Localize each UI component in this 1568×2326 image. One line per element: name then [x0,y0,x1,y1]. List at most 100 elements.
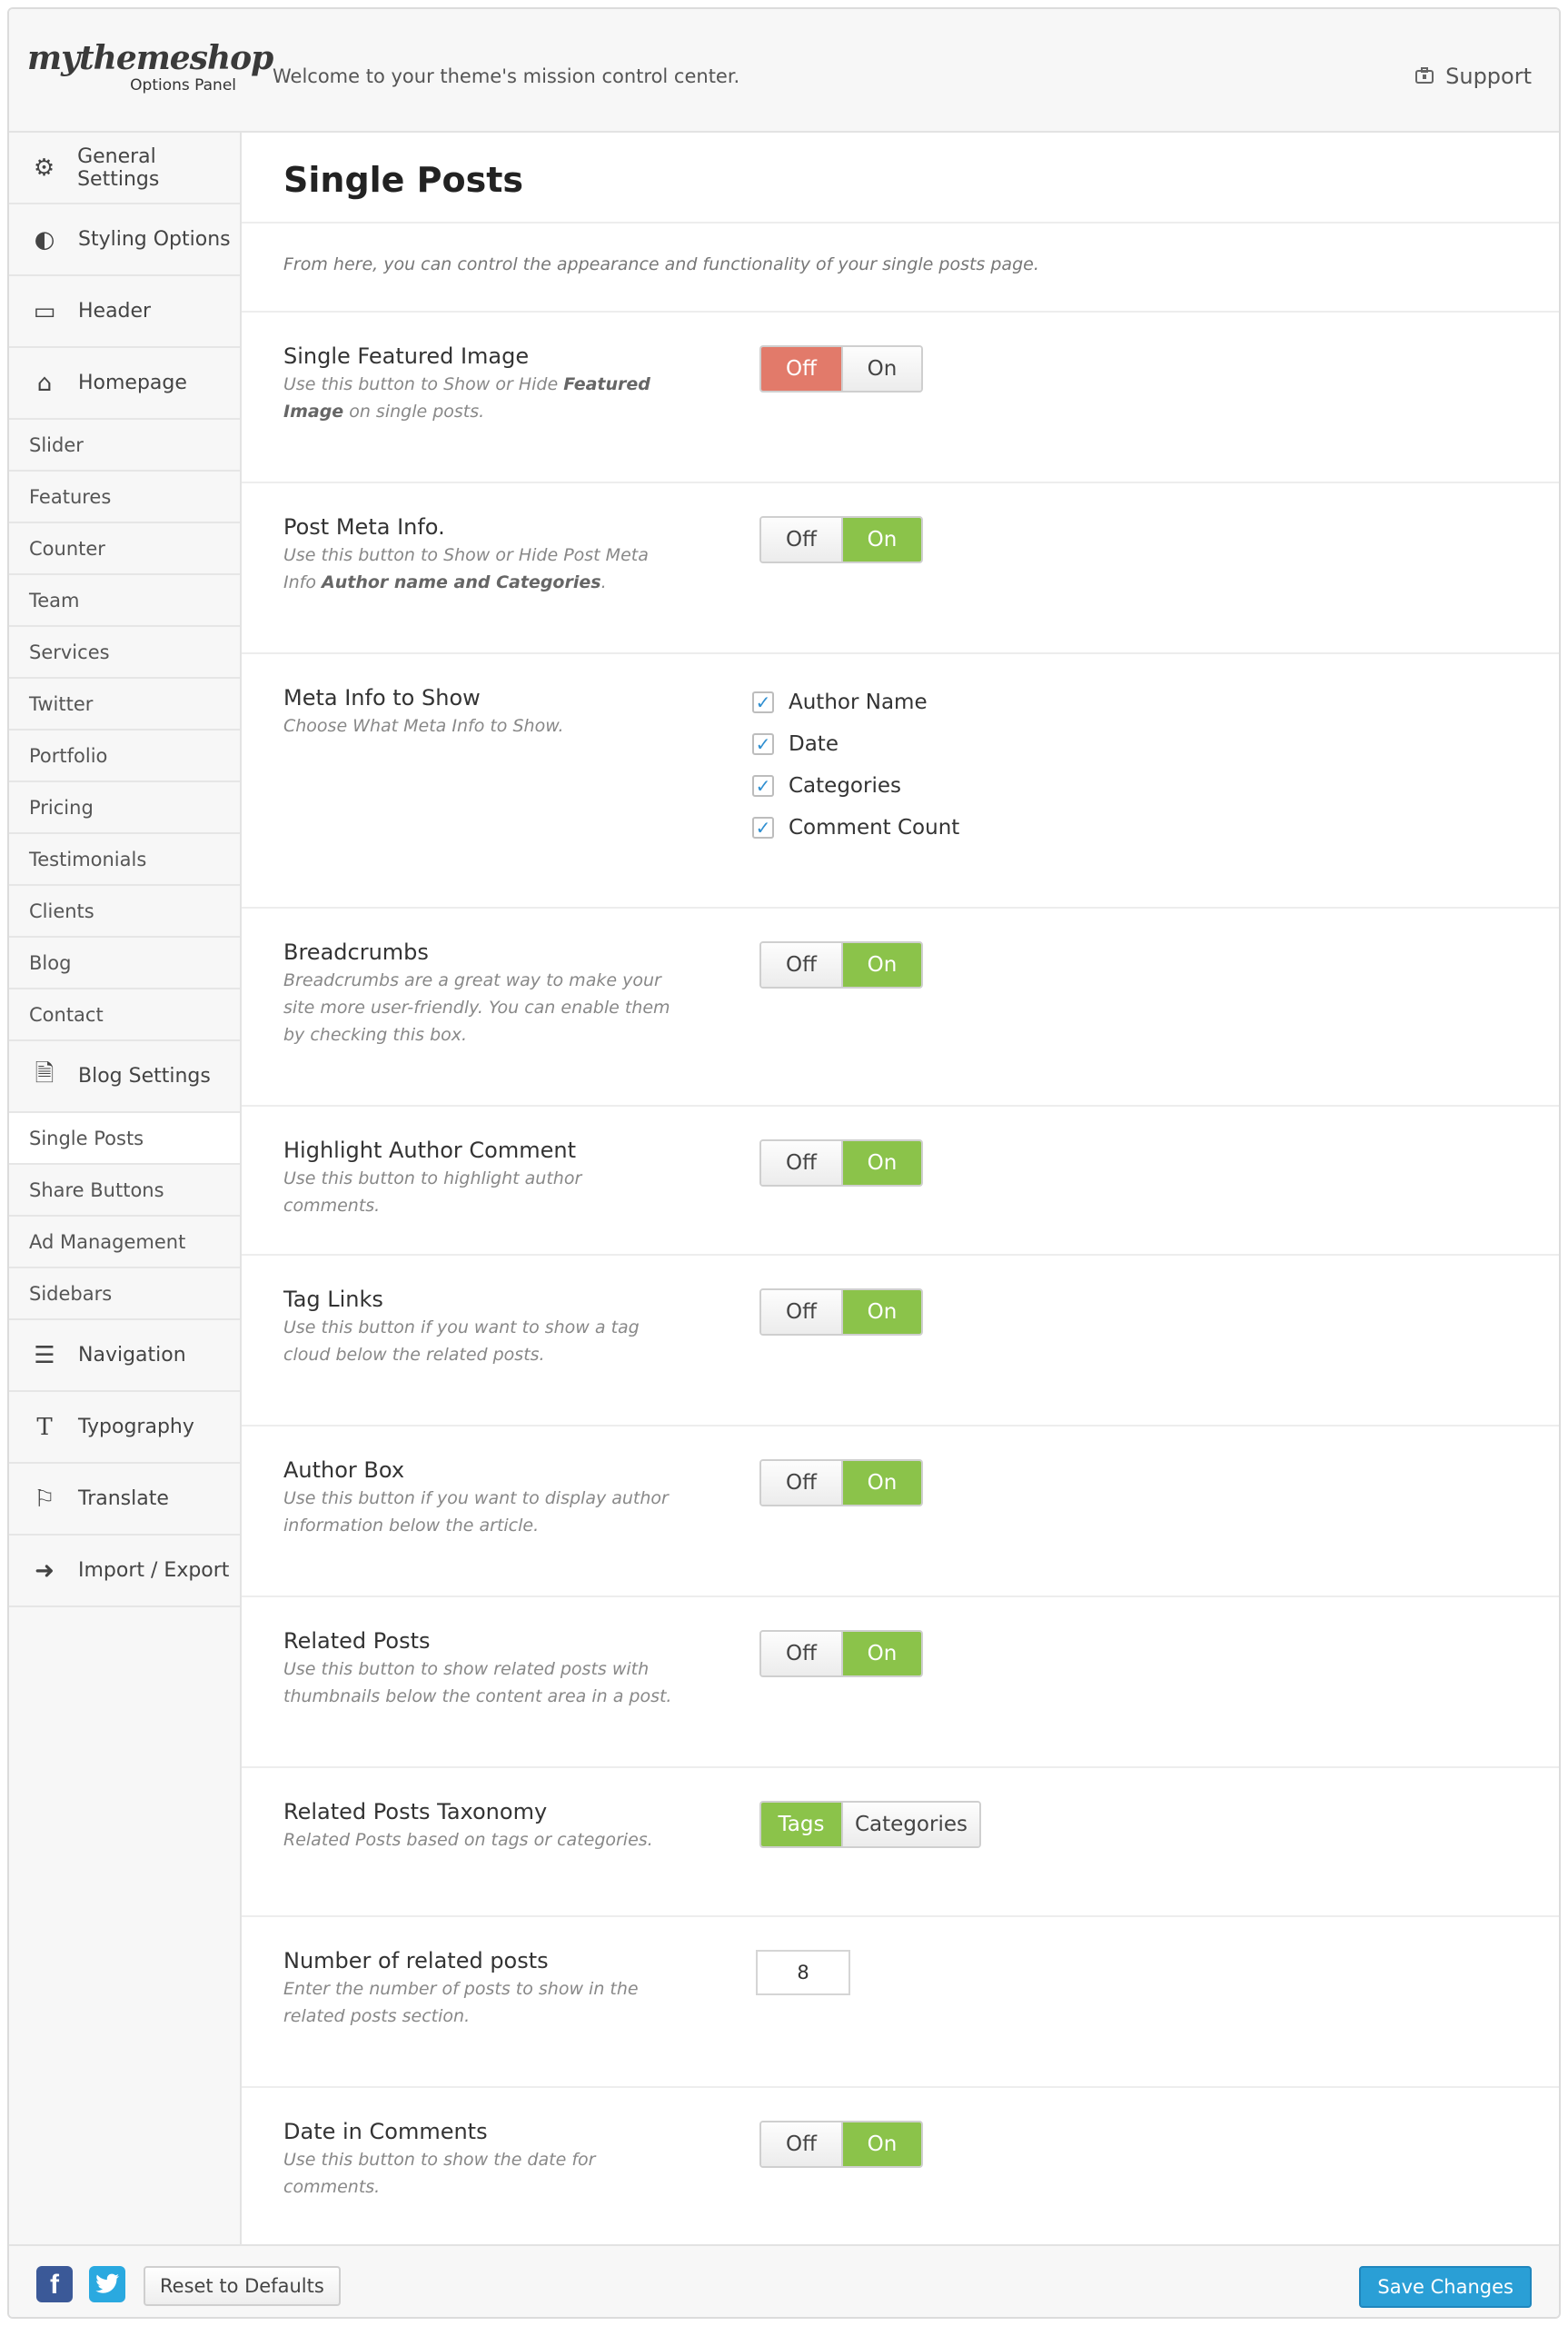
sidebar-subitem-testimonials[interactable]: Testimonials [9,834,240,886]
sidebar-item-header[interactable]: ▭ Header [9,276,240,348]
sidebar-subitem-portfolio[interactable]: Portfolio [9,731,240,782]
toggle-off[interactable]: Off [761,2122,841,2166]
top-bar: mythemeshop Options Panel Welcome to you… [9,9,1559,133]
highlight-author-toggle[interactable]: Off On [759,1139,923,1187]
toggle-on[interactable]: On [841,1632,921,1675]
toggle-on[interactable]: On [841,1141,921,1185]
toggle-on[interactable]: On [841,518,921,562]
sidebar-subitem-share-buttons[interactable]: Share Buttons [9,1165,240,1217]
sidebar-item-blog-settings[interactable]: 🗎 Blog Settings [9,1041,240,1113]
sidebar-item-import-export[interactable]: ➜ Import / Export [9,1536,240,1607]
setting-title: Post Meta Info. [283,514,445,540]
import-icon: ➜ [35,1556,55,1585]
setting-description: Use this button if you want to show a ta… [283,1317,640,1365]
setting-title: Tag Links [283,1287,383,1312]
meta-info-checkboxes: ✓ Author Name ✓ Date ✓ Categories ✓ Comment … [752,681,959,849]
setting-title: Related Posts Taxonomy [283,1799,548,1824]
sidebar-item-label: Services [29,641,110,663]
reset-defaults-button[interactable]: Reset to Defaults [144,2266,341,2306]
toggle-on[interactable]: On [841,2122,921,2166]
sidebar-item-general-settings[interactable]: ⚙ General Settings [9,133,240,204]
sidebar-item-label: Header [78,300,152,323]
checkbox-date[interactable]: ✓ Date [752,723,959,765]
page-title: Single Posts [283,160,524,200]
setting-title: Author Box [283,1457,405,1483]
sidebar-subitem-sidebars[interactable]: Sidebars [9,1268,240,1320]
sidebar-subitem-services[interactable]: Services [9,627,240,679]
sidebar-item-navigation[interactable]: ☰ Navigation [9,1320,240,1392]
toggle-off[interactable]: Off [761,347,841,391]
sidebar-item-typography[interactable]: T Typography [9,1392,240,1464]
related-posts-count-input[interactable] [756,1950,850,1995]
tag-links-toggle[interactable]: Off On [759,1288,923,1336]
checkbox-comment-count[interactable]: ✓ Comment Count [752,807,959,849]
sidebar-subitem-counter[interactable]: Counter [9,523,240,575]
checkbox-categories[interactable]: ✓ Categories [752,765,959,807]
setting-title: Breadcrumbs [283,939,429,965]
sidebar-subitem-blog[interactable]: Blog [9,938,240,989]
options-panel: mythemeshop Options Panel Welcome to you… [7,7,1561,2319]
checkbox-author-name[interactable]: ✓ Author Name [752,681,959,723]
taxonomy-segmented-control[interactable]: Tags Categories [759,1801,981,1848]
toggle-off[interactable]: Off [761,1461,841,1505]
toggle-on[interactable]: On [841,347,921,391]
toggle-on[interactable]: On [841,1461,921,1505]
sidebar-subitem-ad-management[interactable]: Ad Management [9,1217,240,1268]
sidebar-item-label: Navigation [78,1344,186,1367]
checkbox-label: Author Name [789,691,928,714]
toggle-off[interactable]: Off [761,1632,841,1675]
sidebar-item-label: Ad Management [29,1230,186,1253]
sidebar-item-translate[interactable]: ⚐ Translate [9,1464,240,1536]
toggle-off[interactable]: Off [761,1290,841,1334]
setting-description: Use this button to Show or Hide Featured… [283,374,650,422]
twitter-icon[interactable] [89,2266,125,2302]
taxonomy-tags[interactable]: Tags [761,1803,841,1846]
toggle-off[interactable]: Off [761,1141,841,1185]
sidebar-item-label: Clients [29,900,94,922]
sidebar-subitem-slider[interactable]: Slider [9,420,240,472]
sidebar-subitem-twitter[interactable]: Twitter [9,679,240,731]
setting-title: Highlight Author Comment [283,1138,576,1163]
sidebar-item-label: Features [29,485,112,508]
toggle-off[interactable]: Off [761,518,841,562]
sidebar-item-label: Portfolio [29,744,108,767]
setting-description: Use this button to show the date for com… [283,2150,596,2197]
post-meta-toggle[interactable]: Off On [759,516,923,563]
setting-highlight-author-comment: Highlight Author Comment Use this button… [242,1107,1559,1256]
sidebar-item-label: Single Posts [29,1127,144,1149]
taxonomy-categories[interactable]: Categories [841,1803,979,1846]
check-icon: ✓ [752,733,774,755]
sidebar-item-styling-options[interactable]: ◐ Styling Options [9,204,240,276]
date-comments-toggle[interactable]: Off On [759,2121,923,2168]
welcome-text: Welcome to your theme's mission control … [273,65,740,87]
related-posts-toggle[interactable]: Off On [759,1630,923,1677]
header-card-icon: ▭ [33,297,56,325]
sidebar-subitem-features[interactable]: Features [9,472,240,523]
setting-title: Single Featured Image [283,343,530,369]
sidebar-subitem-team[interactable]: Team [9,575,240,627]
setting-tag-links: Tag Links Use this button if you want to… [242,1256,1559,1426]
setting-title: Number of related posts [283,1948,549,1973]
toggle-on[interactable]: On [841,943,921,987]
sidebar-item-label: Twitter [29,692,94,715]
sidebar-subitem-single-posts[interactable]: Single Posts [9,1113,240,1165]
setting-breadcrumbs: Breadcrumbs Breadcrumbs are a great way … [242,909,1559,1107]
setting-description: Breadcrumbs are a great way to make your… [283,970,670,1045]
setting-description: Use this button to show related posts wi… [283,1659,672,1706]
toggle-on[interactable]: On [841,1290,921,1334]
sidebar-subitem-contact[interactable]: Contact [9,989,240,1041]
save-changes-button[interactable]: Save Changes [1359,2266,1532,2308]
featured-image-toggle[interactable]: Off On [759,345,923,393]
facebook-icon[interactable]: f [36,2266,73,2302]
toggle-off[interactable]: Off [761,943,841,987]
logo-subtitle: Options Panel [130,76,236,94]
checkbox-label: Date [789,732,839,756]
support-link[interactable]: Support [1415,64,1532,89]
sidebar-item-label: Contact [29,1003,104,1026]
sidebar-subitem-pricing[interactable]: Pricing [9,782,240,834]
sidebar-subitem-clients[interactable]: Clients [9,886,240,938]
sidebar-item-homepage[interactable]: ⌂ Homepage [9,348,240,420]
author-box-toggle[interactable]: Off On [759,1459,923,1506]
breadcrumbs-toggle[interactable]: Off On [759,941,923,989]
setting-meta-info-to-show: Meta Info to Show Choose What Meta Info … [242,654,1559,909]
